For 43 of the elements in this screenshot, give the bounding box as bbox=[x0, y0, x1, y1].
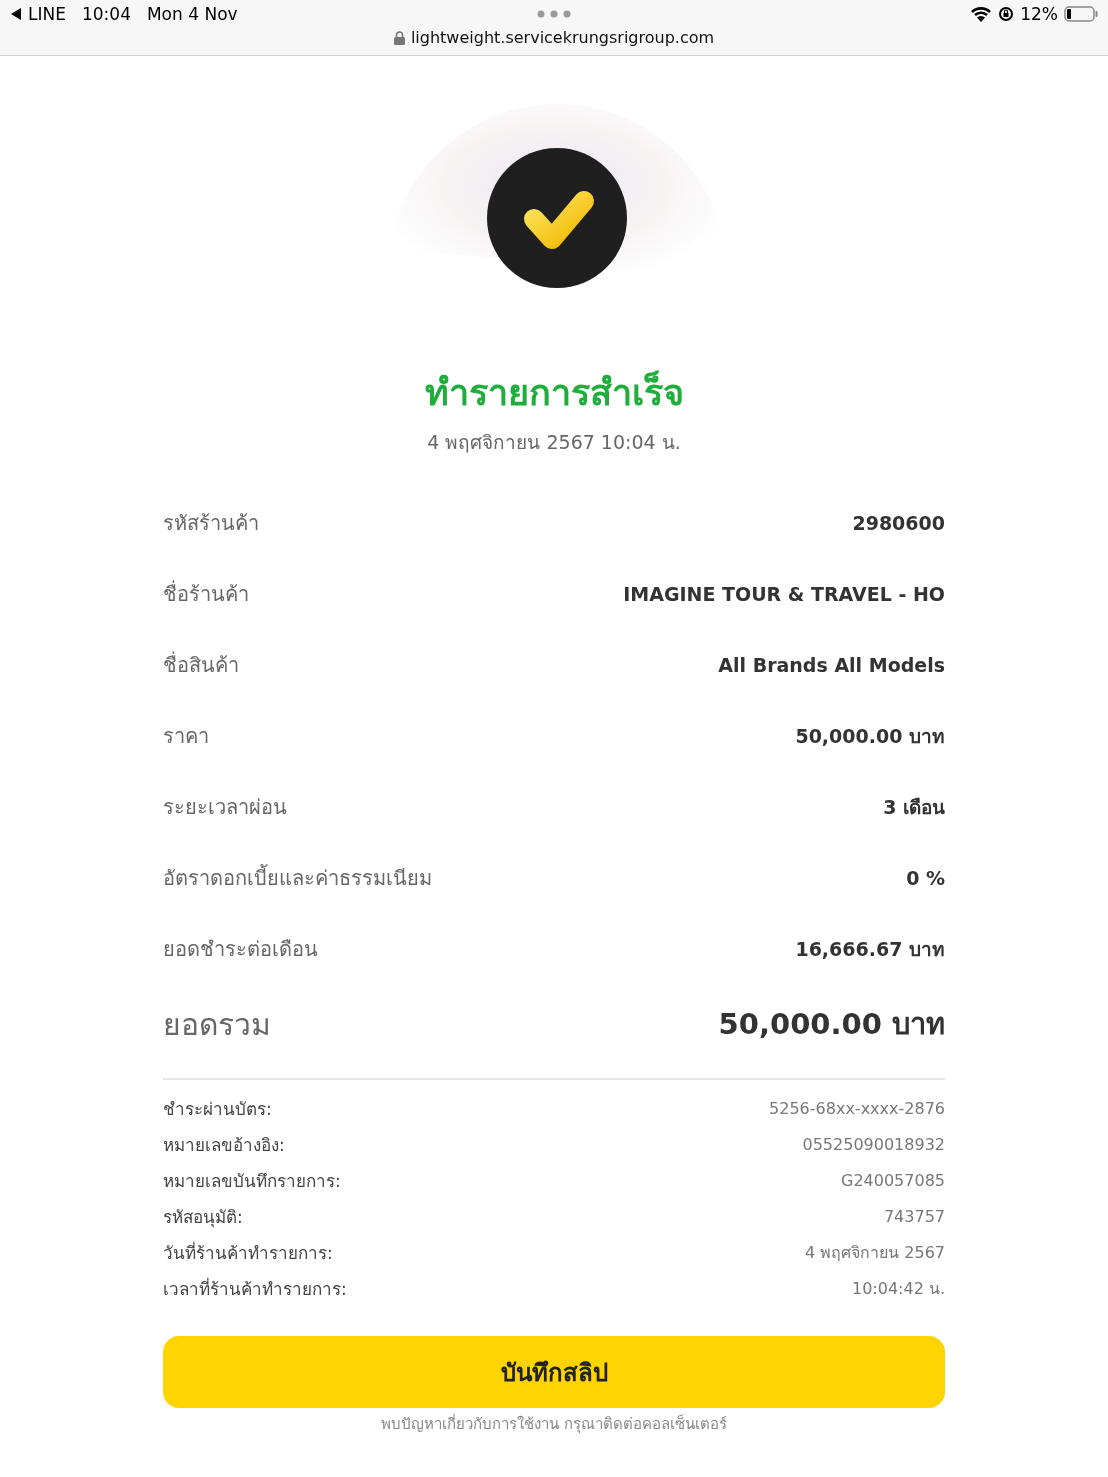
transaction-datetime: 4 พฤศจิกายน 2567 10:04 น. bbox=[426, 430, 682, 455]
detail-label: ชำระผ่านบัตร: bbox=[163, 1097, 272, 1121]
field-label: อัตราดอกเบี้ยและค่าธรรมเนียม bbox=[163, 863, 432, 892]
field-value: All Brands All Models bbox=[718, 653, 945, 676]
back-app-label[interactable]: LINE bbox=[28, 4, 66, 24]
field-label: ชื่อสินค้า bbox=[163, 650, 239, 679]
battery-percent: 12% bbox=[1020, 4, 1058, 24]
field-value: IMAGINE TOUR & TRAVEL - HO bbox=[623, 582, 945, 605]
back-icon[interactable] bbox=[10, 8, 22, 20]
field-value: 50,000.00 บาท bbox=[795, 723, 945, 749]
detail-label: รหัสอนุมัติ: bbox=[163, 1205, 243, 1230]
detail-label: เวลาที่ร้านค้าทำรายการ: bbox=[163, 1276, 347, 1301]
detail-value: 05525090018932 bbox=[802, 1134, 945, 1154]
field-label: ชื่อร้านค้า bbox=[163, 579, 249, 608]
total-label: ยอดรวม bbox=[163, 1005, 271, 1044]
field-label: รหัสร้านค้า bbox=[163, 509, 259, 537]
wifi-icon bbox=[970, 6, 993, 22]
detail-value: 4 พฤศจิกายน 2567 bbox=[804, 1241, 945, 1264]
field-label: ระยะเวลาผ่อน bbox=[163, 793, 287, 821]
address-bar-url[interactable]: lightweight.servicekrungsrigroup.com bbox=[410, 28, 715, 47]
help-note: พบปัญหาเกี่ยวกับการใช้งาน กรุณาติดต่อคอลเซ็นเตอร์ bbox=[380, 1414, 728, 1434]
field-value: 2980600 bbox=[852, 511, 945, 534]
field-label: ยอดชำระต่อเดือน bbox=[163, 935, 318, 963]
field-value: 3 เดือน bbox=[883, 794, 945, 820]
total-amount: 50,000.00 บาท bbox=[718, 1006, 945, 1043]
success-title: ทำรายการสำเร็จ bbox=[423, 369, 685, 415]
detail-value: 5256-68xx-xxxx-2876 bbox=[769, 1098, 945, 1118]
date: Mon 4 Nov bbox=[146, 4, 238, 24]
detail-value: 10:04:42 น. bbox=[851, 1277, 945, 1300]
rotation-lock-icon bbox=[998, 6, 1015, 22]
field-value: 16,666.67 บาท bbox=[795, 936, 945, 962]
detail-label: วันที่ร้านค้าทำรายการ: bbox=[163, 1240, 333, 1265]
clock: 10:04 bbox=[81, 4, 131, 24]
field-label: ราคา bbox=[163, 722, 209, 750]
detail-label: หมายเลขอ้างอิง: bbox=[163, 1133, 285, 1157]
save-slip-button[interactable]: บันทึกสลิป bbox=[163, 1336, 945, 1408]
lock-icon bbox=[393, 30, 405, 45]
more-icon[interactable] bbox=[537, 10, 571, 18]
battery-icon bbox=[1064, 6, 1098, 22]
detail-value: 743757 bbox=[883, 1206, 945, 1226]
detail-value: G240057085 bbox=[841, 1170, 945, 1190]
field-value: 0 % bbox=[906, 866, 945, 889]
detail-label: หมายเลขบันทึกรายการ: bbox=[163, 1169, 341, 1193]
